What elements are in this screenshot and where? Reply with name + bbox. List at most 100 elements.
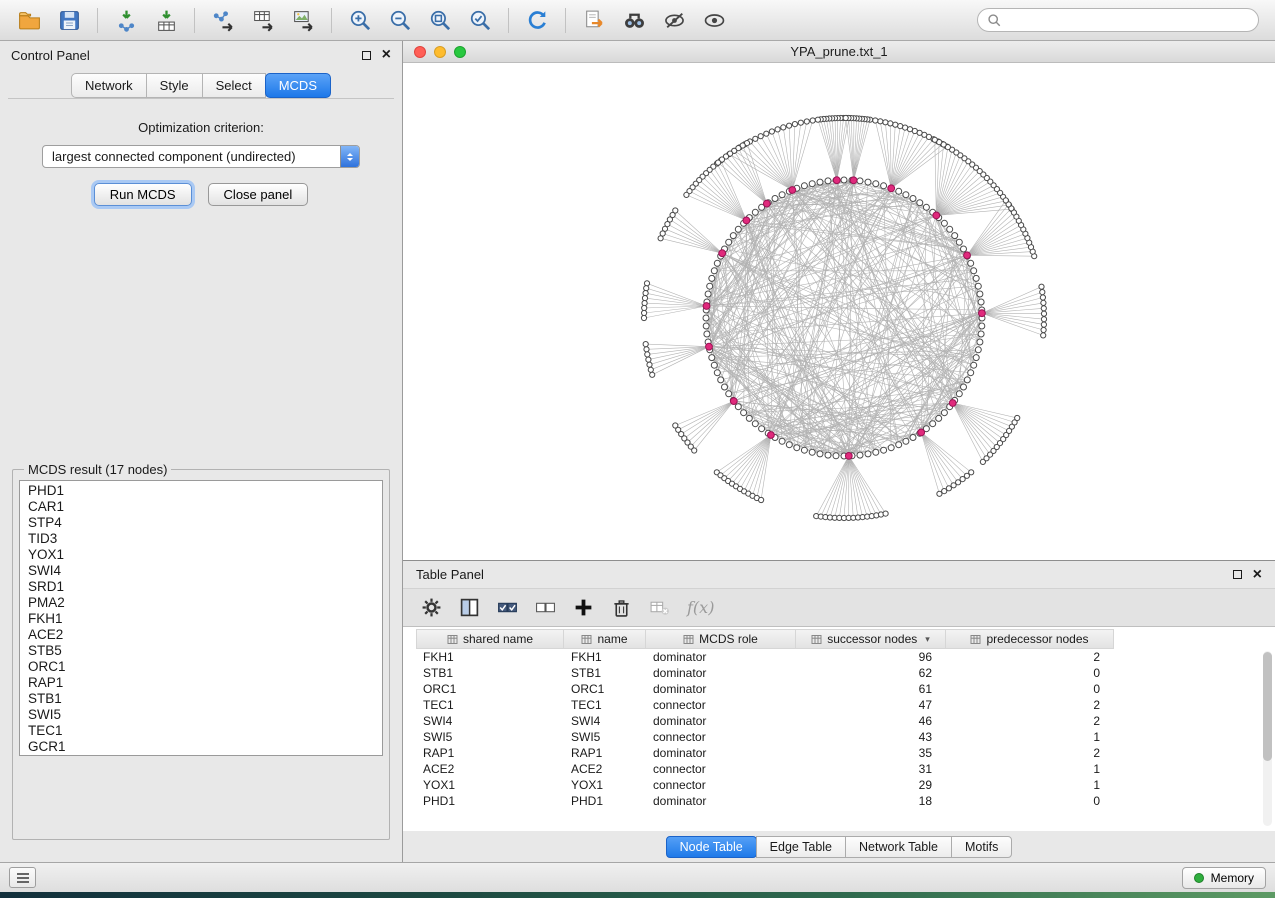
- graph-node[interactable]: [703, 323, 709, 329]
- graph-node[interactable]: [961, 384, 967, 390]
- mcds-result-item[interactable]: STB5: [20, 643, 382, 659]
- graph-node[interactable]: [1041, 327, 1046, 332]
- import-table-button[interactable]: [147, 4, 185, 37]
- graph-node[interactable]: [975, 283, 981, 289]
- graph-node[interactable]: [1041, 311, 1046, 316]
- mcds-result-item[interactable]: GCR1: [20, 739, 382, 755]
- graph-node[interactable]: [735, 404, 741, 410]
- network-titlebar[interactable]: YPA_prune.txt_1: [403, 41, 1275, 63]
- graph-node[interactable]: [709, 355, 715, 361]
- graph-node[interactable]: [1003, 198, 1008, 203]
- graph-node[interactable]: [641, 315, 646, 320]
- graph-node[interactable]: [804, 119, 809, 124]
- graph-node[interactable]: [903, 438, 909, 444]
- export-image-button[interactable]: [284, 4, 322, 37]
- graph-node[interactable]: [910, 196, 916, 202]
- graph-node[interactable]: [705, 291, 711, 297]
- graph-node[interactable]: [704, 331, 710, 337]
- table-row[interactable]: ORC1ORC1dominator610: [416, 681, 1275, 697]
- scrollbar-thumb[interactable]: [1263, 652, 1272, 761]
- chevron-down-icon[interactable]: ▾: [925, 634, 930, 645]
- graph-node[interactable]: [768, 432, 775, 439]
- close-panel-icon[interactable]: ×: [1253, 569, 1262, 581]
- graph-node[interactable]: [1041, 306, 1046, 311]
- graph-node[interactable]: [917, 200, 923, 206]
- graph-node[interactable]: [883, 120, 888, 125]
- tab-mcds[interactable]: MCDS: [265, 73, 331, 98]
- save-button[interactable]: [50, 4, 88, 37]
- graph-node[interactable]: [642, 310, 647, 315]
- function-builder-button[interactable]: f(x): [687, 598, 714, 617]
- zoom-in-button[interactable]: [341, 4, 379, 37]
- graph-node[interactable]: [726, 239, 732, 245]
- deselect-all-button[interactable]: [535, 595, 556, 621]
- graph-node[interactable]: [798, 120, 803, 125]
- graph-node[interactable]: [941, 220, 947, 226]
- graph-node[interactable]: [779, 192, 785, 198]
- graph-node[interactable]: [956, 391, 962, 397]
- close-panel-icon[interactable]: ×: [382, 49, 391, 61]
- graph-node[interactable]: [1039, 284, 1044, 289]
- table-options-button[interactable]: [421, 595, 442, 621]
- graph-node[interactable]: [930, 421, 936, 427]
- graph-node[interactable]: [841, 177, 847, 183]
- graph-node[interactable]: [817, 179, 823, 185]
- table-row[interactable]: YOX1YOX1connector291: [416, 777, 1275, 793]
- graph-node[interactable]: [1040, 295, 1045, 300]
- graph-node[interactable]: [857, 452, 863, 458]
- tab-select[interactable]: Select: [202, 73, 266, 98]
- mcds-result-item[interactable]: YOX1: [20, 547, 382, 563]
- column-header-mcds-role[interactable]: MCDS role: [646, 629, 796, 649]
- graph-node[interactable]: [1015, 415, 1020, 420]
- graph-node[interactable]: [703, 303, 710, 310]
- graph-node[interactable]: [703, 315, 709, 321]
- table-scrollbar[interactable]: [1263, 651, 1272, 826]
- graph-node[interactable]: [642, 305, 647, 310]
- graph-node[interactable]: [968, 260, 974, 266]
- graph-node[interactable]: [843, 115, 848, 120]
- show-graphics-details-button[interactable]: [695, 4, 733, 37]
- mcds-result-item[interactable]: PMA2: [20, 595, 382, 611]
- graph-node[interactable]: [881, 447, 887, 453]
- graph-node[interactable]: [956, 239, 962, 245]
- graph-node[interactable]: [883, 511, 888, 516]
- mcds-result-item[interactable]: ORC1: [20, 659, 382, 675]
- table-row[interactable]: SWI4SWI4dominator462: [416, 713, 1275, 729]
- graph-node[interactable]: [794, 445, 800, 451]
- graph-node[interactable]: [910, 435, 916, 441]
- graph-node[interactable]: [975, 347, 981, 353]
- graph-node[interactable]: [971, 362, 977, 368]
- graph-node[interactable]: [781, 125, 786, 130]
- table-row[interactable]: ACE2ACE2connector311: [416, 761, 1275, 777]
- search-network-button[interactable]: [615, 4, 653, 37]
- graph-node[interactable]: [964, 377, 970, 383]
- graph-node[interactable]: [741, 410, 747, 416]
- graph-node[interactable]: [772, 196, 778, 202]
- graph-node[interactable]: [873, 449, 879, 455]
- graph-node[interactable]: [932, 137, 937, 142]
- graph-node[interactable]: [718, 377, 724, 383]
- graph-node[interactable]: [707, 283, 713, 289]
- graph-node[interactable]: [801, 183, 807, 189]
- graph-node[interactable]: [896, 442, 902, 448]
- graph-node[interactable]: [865, 451, 871, 457]
- graph-node[interactable]: [764, 131, 769, 136]
- graph-node[interactable]: [787, 123, 792, 128]
- graph-node[interactable]: [801, 447, 807, 453]
- graph-node[interactable]: [1041, 300, 1046, 305]
- zoom-out-button[interactable]: [381, 4, 419, 37]
- graph-node[interactable]: [881, 183, 887, 189]
- graph-node[interactable]: [648, 367, 653, 372]
- criterion-select[interactable]: largest connected component (undirected): [42, 145, 360, 168]
- graph-node[interactable]: [977, 339, 983, 345]
- task-history-button[interactable]: [9, 867, 36, 888]
- add-column-button[interactable]: [573, 595, 594, 621]
- table-row[interactable]: PHD1PHD1dominator180: [416, 793, 1275, 809]
- mcds-result-item[interactable]: SWI4: [20, 563, 382, 579]
- mcds-result-item[interactable]: RAP1: [20, 675, 382, 691]
- graph-node[interactable]: [730, 398, 737, 405]
- graph-node[interactable]: [711, 268, 717, 274]
- graph-node[interactable]: [786, 442, 792, 448]
- table-row[interactable]: SWI5SWI5connector431: [416, 729, 1275, 745]
- graph-node[interactable]: [888, 121, 893, 126]
